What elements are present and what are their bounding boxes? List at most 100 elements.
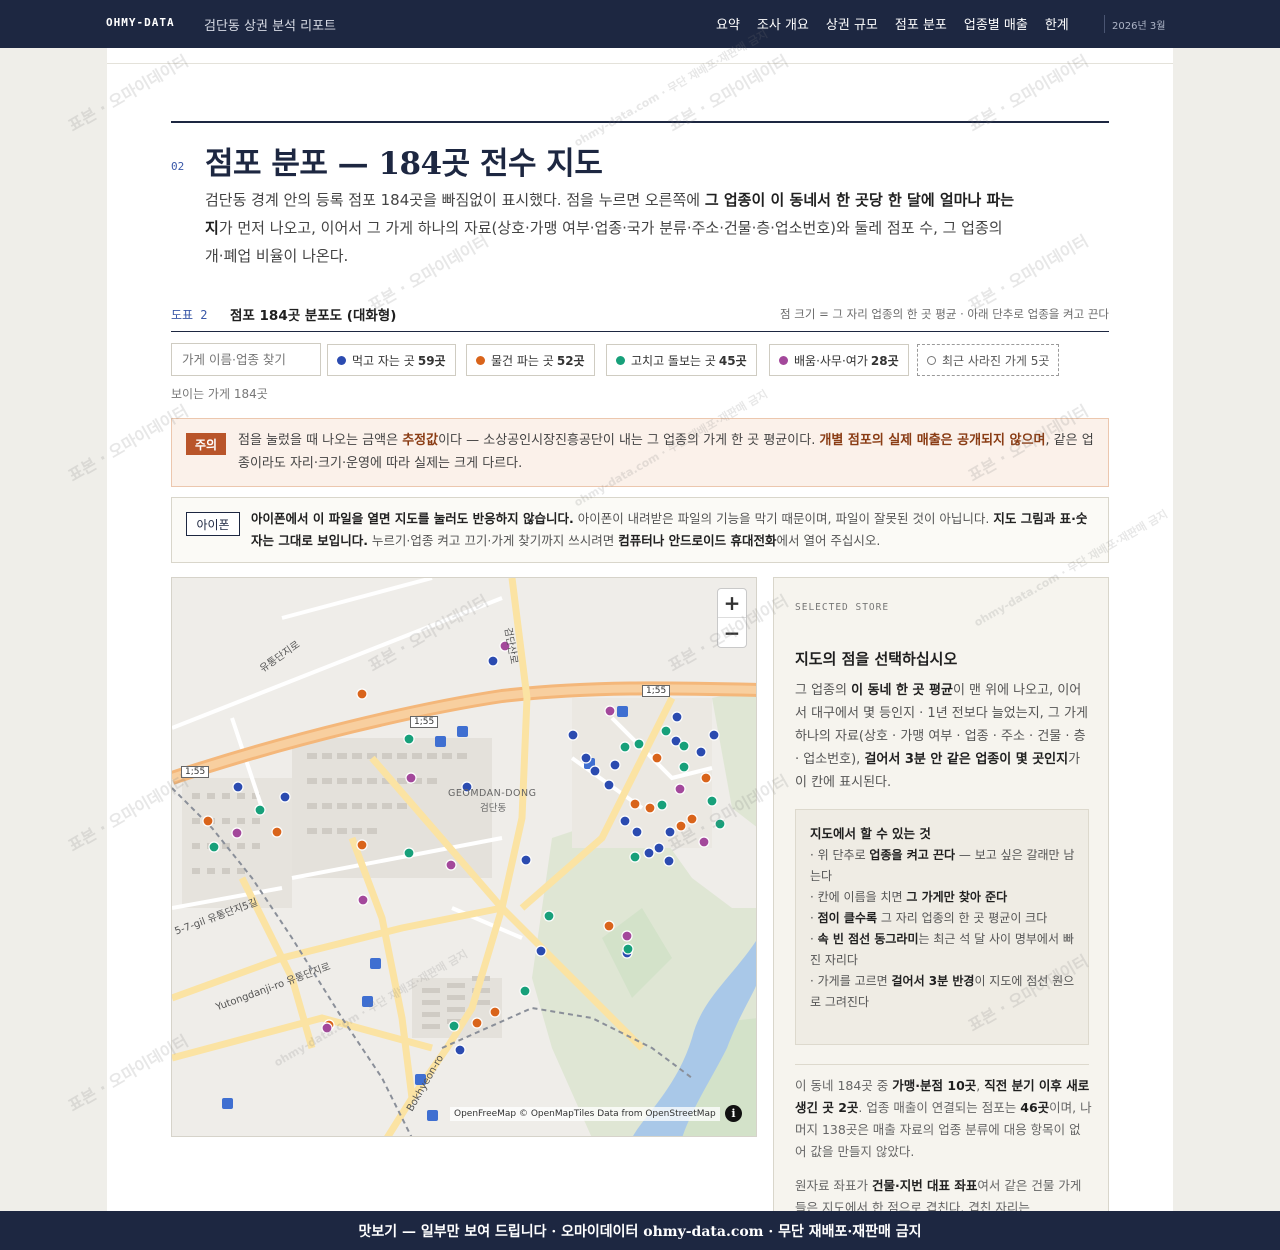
selected-store-panel: SELECTED STORE 지도의 점을 선택하십시오 그 업종의 이 동네 … — [773, 577, 1109, 1237]
store-point — [651, 752, 663, 764]
store-point — [603, 779, 615, 791]
store-point — [631, 826, 643, 838]
store-point — [357, 894, 369, 906]
iphone-badge: 아이폰 — [186, 512, 240, 536]
store-point — [519, 985, 531, 997]
map-attribution[interactable]: OpenFreeMap © OpenMapTiles Data from Ope… — [450, 1107, 720, 1121]
store-point — [254, 804, 266, 816]
category-dot-icon — [476, 355, 485, 365]
estimate-warning-box: 주의 점을 눌렀을 때 나오는 금액은 추정값이다 — 소상공인시장진흥공단이 … — [171, 418, 1109, 487]
category-dot-icon — [337, 355, 346, 365]
store-distribution-map[interactable]: GEOMDAN-DONG 검단동 유통단지로 검단산로 1;55 1;55 1;… — [171, 577, 757, 1137]
store-point — [603, 920, 615, 932]
store-point — [356, 688, 368, 700]
filter-button-food-lodging[interactable]: 먹고 자는 곳 59곳 — [327, 344, 456, 376]
info-icon[interactable]: i — [725, 1105, 742, 1122]
route-shield: 1;55 — [181, 766, 210, 778]
district-label-ko: 검단동 — [480, 803, 507, 814]
route-shield: 1;55 — [410, 716, 439, 728]
store-point — [633, 738, 645, 750]
top-navigation-bar: OHMY-DATA 검단동 상권 분석 리포트 요약 조사 개요 상권 규모 점… — [0, 0, 1280, 48]
figure-header: 도표 2 점포 184곳 분포도 (대화형) 점 크기 = 그 자리 업종의 한… — [171, 302, 1109, 332]
panel-note-stats: 이 동네 184곳 중 가맹·분점 10곳, 직전 분기 이후 새로 생긴 곳 … — [795, 1078, 1092, 1159]
store-point — [698, 836, 710, 848]
iphone-notice-text: 아이폰에서 이 파일을 열면 지도를 눌러도 반응하지 않습니다. 아이폰이 내… — [251, 511, 1088, 548]
help-item: · 칸에 이름을 치면 그 가게만 찾아 준다 — [810, 890, 1008, 904]
nav-item-overview[interactable]: 조사 개요 — [757, 14, 809, 33]
help-item: · 가게를 고르면 걸어서 3분 반경이 지도에 점선 원으로 그려진다 — [810, 974, 1075, 1009]
store-point — [405, 772, 417, 784]
store-point — [629, 851, 641, 863]
panel-divider — [795, 1064, 1089, 1065]
store-point — [520, 854, 532, 866]
store-point — [403, 733, 415, 745]
nav-item-limits[interactable]: 한계 — [1045, 14, 1069, 33]
store-point — [279, 791, 291, 803]
section-title: 점포 분포 — 184곳 전수 지도 — [205, 146, 603, 182]
store-point — [231, 827, 243, 839]
help-list: · 위 단추로 업종을 켜고 끈다 — 보고 싶은 갈래만 남는다 · 칸에 이… — [810, 845, 1078, 1013]
panel-title: 지도의 점을 선택하십시오 — [795, 650, 958, 668]
district-label-en: GEOMDAN-DONG — [448, 788, 537, 799]
store-point — [604, 705, 616, 717]
store-point — [660, 725, 672, 737]
store-point — [653, 842, 665, 854]
store-point — [356, 839, 368, 851]
panel-description: 그 업종의 이 동네 한 곳 평균이 맨 위에 나오고, 이어서 대구에서 몇 … — [795, 683, 1088, 790]
store-point — [678, 761, 690, 773]
category-dot-icon — [616, 355, 625, 365]
store-point — [232, 781, 244, 793]
section-number: 02 — [171, 160, 185, 173]
store-point — [678, 740, 690, 752]
figure-label: 도표 2 — [171, 308, 208, 322]
store-point — [535, 945, 547, 957]
store-point — [695, 746, 707, 758]
section-rule — [171, 121, 1109, 123]
store-point — [700, 772, 712, 784]
store-point — [454, 1044, 466, 1056]
hollow-circle-icon — [927, 355, 936, 365]
nav-item-distribution[interactable]: 점포 분포 — [895, 14, 947, 33]
nav-item-summary[interactable]: 요약 — [716, 14, 740, 33]
zoom-in-button[interactable]: + — [718, 589, 746, 618]
paper-divider — [107, 63, 1173, 64]
iphone-notice-box: 아이폰 아이폰에서 이 파일을 열면 지도를 눌러도 반응하지 않습니다. 아이… — [171, 497, 1109, 563]
store-point — [619, 815, 631, 827]
store-point — [271, 826, 283, 838]
help-title: 지도에서 할 수 있는 것 — [810, 826, 931, 841]
store-point — [448, 1020, 460, 1032]
figure-note: 점 크기 = 그 자리 업종의 한 곳 평균 · 아래 단추로 업종을 켜고 끈… — [780, 307, 1109, 321]
filter-button-closed-stores[interactable]: 최근 사라진 가게 5곳 — [917, 344, 1060, 376]
store-point — [543, 910, 555, 922]
warning-text: 점을 눌렀을 때 나오는 금액은 추정값이다 — 소상공인시장진흥공단이 내는 … — [238, 433, 1094, 471]
warning-badge: 주의 — [186, 433, 226, 455]
store-point — [622, 943, 634, 955]
store-point — [629, 798, 641, 810]
store-point — [567, 729, 579, 741]
store-point — [403, 847, 415, 859]
nav-divider — [1104, 15, 1105, 33]
nav-item-scale[interactable]: 상권 규모 — [826, 14, 878, 33]
filter-button-education-office[interactable]: 배움·사무·여가 28곳 — [769, 344, 909, 376]
report-title: 검단동 상권 분석 리포트 — [204, 19, 336, 34]
store-point — [664, 826, 676, 838]
store-point — [706, 795, 718, 807]
figure-title: 점포 184곳 분포도 (대화형) — [230, 308, 397, 324]
nav-item-sales[interactable]: 업종별 매출 — [964, 14, 1028, 33]
filter-button-repair-care[interactable]: 고치고 돌보는 곳 45곳 — [606, 344, 757, 376]
store-point — [619, 741, 631, 753]
filter-button-retail[interactable]: 물건 파는 곳 52곳 — [466, 344, 595, 376]
store-point — [644, 802, 656, 814]
zoom-control: + − — [717, 588, 747, 648]
map-help-box: 지도에서 할 수 있는 것 · 위 단추로 업종을 켜고 끈다 — 보고 싶은 … — [795, 809, 1089, 1045]
section-description: 검단동 경계 안의 등록 점포 184곳을 빠짐없이 표시했다. 점을 누르면 … — [205, 191, 1015, 265]
store-point — [321, 1022, 333, 1034]
store-point — [714, 818, 726, 830]
panel-eyebrow: SELECTED STORE — [795, 602, 890, 613]
help-item: · 속 빈 점선 동그라미는 최근 석 달 사이 명부에서 빠진 자리다 — [810, 932, 1074, 967]
brand-logo[interactable]: OHMY-DATA — [106, 16, 175, 29]
category-dot-icon — [779, 355, 788, 365]
store-point — [609, 759, 621, 771]
store-search-input[interactable] — [171, 343, 321, 376]
zoom-out-button[interactable]: − — [718, 618, 746, 647]
